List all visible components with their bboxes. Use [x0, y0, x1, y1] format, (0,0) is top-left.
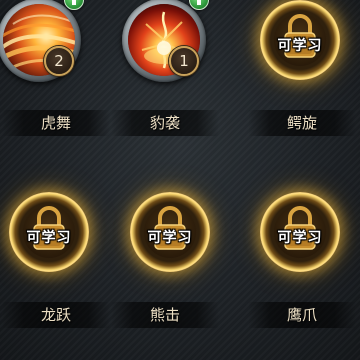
- learnable-label: 可学习: [147, 230, 193, 246]
- skill-slot-eagle-claw[interactable]: 可学习 鹰爪: [240, 172, 360, 352]
- learnable-label: 可学习: [277, 230, 323, 246]
- skill-name: 虎舞: [40, 114, 71, 132]
- learnable-skill-ring[interactable]: 可学习: [260, 192, 340, 272]
- skill-slot-bear-strike[interactable]: 可学习 熊击: [105, 172, 225, 352]
- skill-slot-dragon-leap[interactable]: 可学习 龙跃: [0, 172, 110, 352]
- learnable-label: 可学习: [26, 230, 72, 246]
- learnable-skill-ring[interactable]: 可学习: [260, 0, 340, 80]
- skill-name-plate: 豹袭: [111, 110, 219, 136]
- learnable-skill-ring[interactable]: 可学习: [130, 192, 210, 272]
- skill-name-plate: 鳄旋: [248, 110, 356, 136]
- skill-name: 龙跃: [40, 306, 71, 324]
- skill-name: 熊击: [149, 306, 180, 324]
- skill-name-plate: 龙跃: [2, 302, 110, 328]
- skill-slot-croc-spin[interactable]: 可学习 鳄旋: [240, 0, 360, 160]
- skill-name-plate: 鹰爪: [248, 302, 356, 328]
- learnable-label: 可学习: [277, 38, 323, 54]
- skill-level-badge: 1: [169, 46, 199, 76]
- skill-name: 鳄旋: [286, 114, 317, 132]
- skill-name-plate: 虎舞: [2, 110, 110, 136]
- skill-name: 鹰爪: [286, 306, 317, 324]
- skill-name-plate: 熊击: [111, 302, 219, 328]
- learnable-skill-ring[interactable]: 可学习: [9, 192, 89, 272]
- upgrade-arrow-icon[interactable]: [189, 0, 209, 10]
- skill-name: 豹袭: [149, 114, 180, 132]
- skill-slot-tiger-dance[interactable]: 2 虎舞: [0, 0, 110, 160]
- skill-slot-leopard-strike[interactable]: 1 豹袭: [105, 0, 225, 160]
- upgrade-arrow-icon[interactable]: [64, 0, 84, 10]
- skill-level-badge: 2: [44, 46, 74, 76]
